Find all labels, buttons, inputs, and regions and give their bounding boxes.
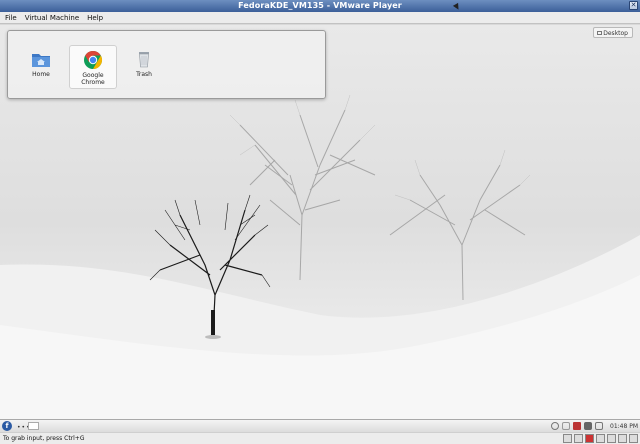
- folder-view-widget: Home Google Chrome Trash: [7, 30, 326, 99]
- device-icons: [563, 434, 638, 443]
- desktop-item-label: Google Chrome: [81, 72, 105, 86]
- message-icon[interactable]: [629, 434, 638, 443]
- desktop-icon: [597, 31, 602, 35]
- hdd-icon[interactable]: [563, 434, 572, 443]
- printer-icon[interactable]: [618, 434, 627, 443]
- desktop-item-label: Trash: [136, 71, 152, 78]
- network-adapter-icon[interactable]: [585, 434, 594, 443]
- home-folder-icon: [31, 49, 51, 69]
- menu-virtual-machine[interactable]: Virtual Machine: [25, 12, 79, 23]
- window-controls: ✕: [629, 1, 638, 10]
- fedora-launcher-icon[interactable]: f: [2, 421, 12, 431]
- network-icon[interactable]: [551, 422, 559, 430]
- settings-icon[interactable]: [562, 422, 570, 430]
- device-notifier-icon[interactable]: [584, 422, 592, 430]
- notification-icon[interactable]: [573, 422, 581, 430]
- desktop[interactable]: Home Google Chrome Trash Desktop: [0, 25, 640, 419]
- trash-icon: [134, 49, 154, 69]
- vmware-statusbar: To grab input, press Ctrl+G: [0, 432, 640, 444]
- cdrom-icon[interactable]: [574, 434, 583, 443]
- desktop-toolbox-button[interactable]: Desktop: [593, 27, 633, 38]
- window-title: FedoraKDE_VM135 - VMware Player: [238, 1, 402, 10]
- clock[interactable]: 01:48 PM: [610, 423, 638, 430]
- volume-icon[interactable]: [595, 422, 603, 430]
- desktop-button-label: Desktop: [603, 30, 628, 37]
- window-titlebar[interactable]: FedoraKDE_VM135 - VMware Player ✕: [0, 0, 640, 12]
- desktop-item-google-chrome[interactable]: Google Chrome: [69, 45, 117, 89]
- kde-panel: f ••• 01:48 PM: [0, 419, 640, 432]
- desktop-item-label: Home: [32, 71, 50, 78]
- chrome-icon: [83, 50, 103, 70]
- status-message: To grab input, press Ctrl+G: [3, 435, 85, 442]
- sound-icon[interactable]: [607, 434, 616, 443]
- desktop-item-trash[interactable]: Trash: [121, 45, 167, 87]
- menubar: File Virtual Machine Help: [0, 12, 640, 24]
- desktop-item-home[interactable]: Home: [18, 45, 64, 87]
- close-button[interactable]: ✕: [629, 1, 638, 10]
- usb-icon[interactable]: [596, 434, 605, 443]
- task-manager-slot[interactable]: [28, 422, 39, 430]
- menu-file[interactable]: File: [5, 12, 17, 23]
- system-tray: 01:48 PM: [551, 421, 638, 431]
- menu-help[interactable]: Help: [87, 12, 103, 23]
